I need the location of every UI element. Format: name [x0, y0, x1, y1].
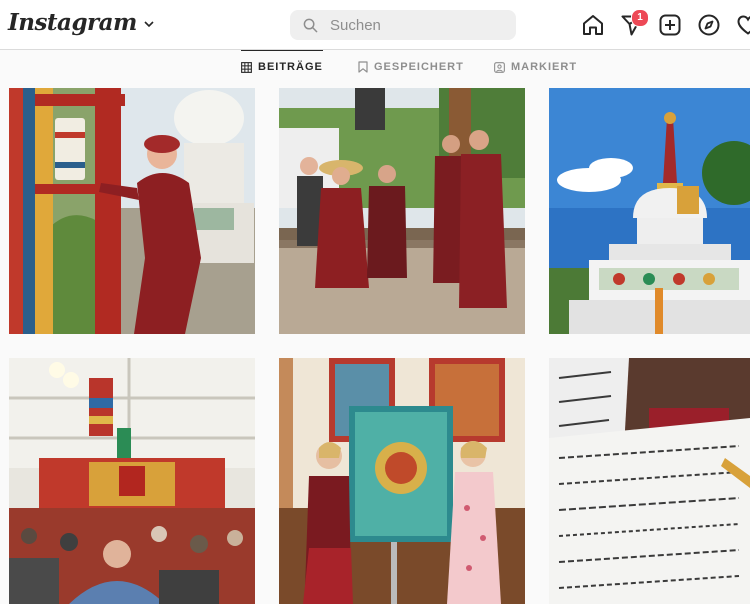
search-input[interactable]	[328, 15, 502, 35]
tab-posts-label: BEITRÄGE	[258, 61, 323, 73]
post-tile[interactable]	[9, 88, 255, 334]
post-photo	[279, 358, 525, 604]
brand-switcher[interactable]: Instagram	[8, 9, 155, 36]
post-tile[interactable]	[9, 358, 255, 604]
tagged-icon	[494, 61, 505, 73]
search-icon	[303, 18, 318, 32]
tab-saved-label: GESPEICHERT	[374, 61, 464, 73]
search-box[interactable]	[290, 10, 516, 40]
new-post-icon[interactable]	[658, 13, 682, 37]
top-navigation-bar: Instagram 1	[0, 0, 750, 50]
profile-tabs: BEITRÄGE GESPEICHERT MARKIERT	[0, 50, 750, 83]
bookmark-icon	[358, 61, 368, 73]
grid-icon	[241, 61, 252, 73]
tab-posts[interactable]: BEITRÄGE	[241, 50, 323, 83]
home-icon[interactable]	[581, 13, 605, 37]
post-tile[interactable]	[279, 358, 525, 604]
post-tile[interactable]	[549, 358, 750, 604]
tab-saved[interactable]: GESPEICHERT	[358, 51, 464, 83]
post-photo	[549, 358, 750, 604]
post-photo	[9, 88, 255, 334]
tab-tagged-label: MARKIERT	[511, 61, 578, 73]
instagram-logo[interactable]: Instagram	[8, 9, 137, 36]
notification-badge: 1	[631, 9, 649, 27]
tab-tagged[interactable]: MARKIERT	[494, 51, 577, 83]
post-photo	[549, 88, 750, 334]
post-photo	[279, 88, 525, 334]
activity-heart-icon[interactable]	[736, 13, 750, 37]
post-photo	[9, 358, 255, 604]
post-tile[interactable]	[549, 88, 750, 334]
explore-icon[interactable]	[697, 13, 721, 37]
chevron-down-icon[interactable]	[143, 18, 155, 30]
post-tile[interactable]	[279, 88, 525, 334]
